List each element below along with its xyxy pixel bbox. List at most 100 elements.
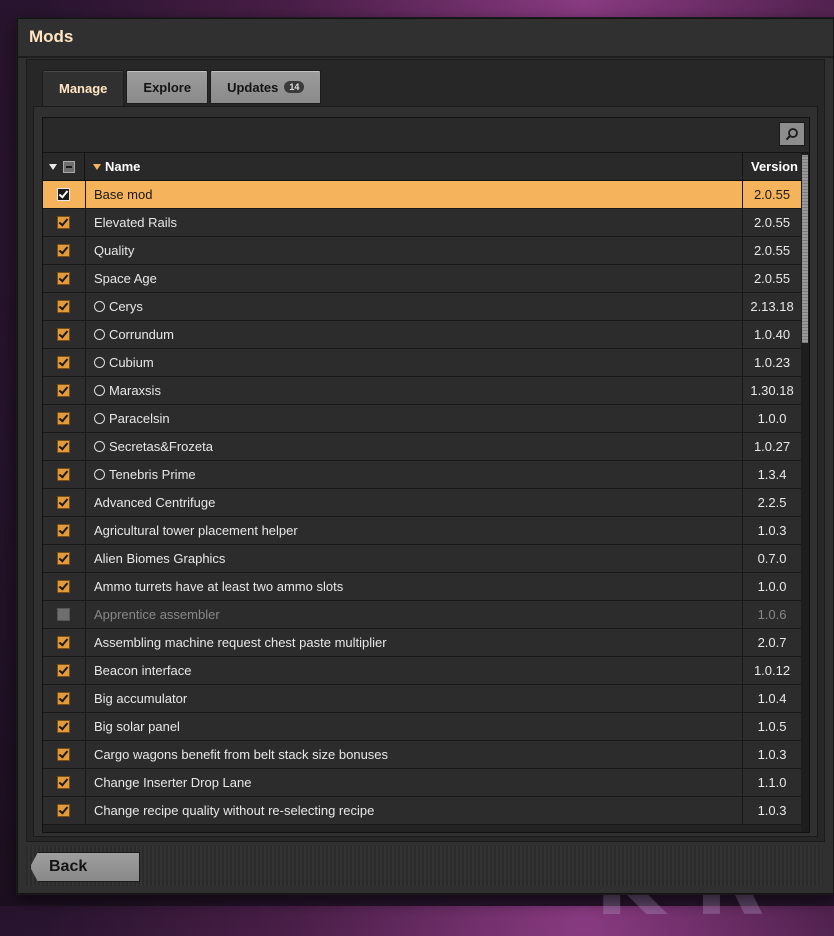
checkbox-icon[interactable] bbox=[57, 692, 71, 705]
row-name-cell: Tenebris Prime bbox=[86, 461, 744, 488]
checkbox-icon[interactable] bbox=[57, 720, 71, 733]
table-row[interactable]: Advanced Centrifuge 2.2.5 bbox=[43, 489, 801, 517]
row-checkbox-cell bbox=[43, 209, 86, 236]
mod-version: 1.0.3 bbox=[757, 803, 787, 818]
table-row[interactable]: Secretas&Frozeta 1.0.27 bbox=[43, 433, 801, 461]
scrollbar[interactable] bbox=[801, 153, 809, 832]
checkbox-icon[interactable] bbox=[57, 412, 71, 425]
checkbox-icon[interactable] bbox=[57, 244, 71, 257]
table-row[interactable]: Elevated Rails 2.0.55 bbox=[43, 209, 801, 237]
table-row[interactable]: Ammo turrets have at least two ammo slot… bbox=[43, 573, 801, 601]
row-checkbox-cell bbox=[43, 713, 86, 740]
footer-bar bbox=[26, 846, 823, 886]
table-row[interactable]: Big solar panel 1.0.5 bbox=[43, 713, 801, 741]
header-name-column[interactable]: Name bbox=[85, 153, 743, 180]
table-row[interactable]: Agricultural tower placement helper 1.0.3 bbox=[43, 517, 801, 545]
header-version-column[interactable]: Version bbox=[743, 153, 801, 180]
checkbox-icon[interactable] bbox=[57, 748, 71, 761]
table-row[interactable]: Quality 2.0.55 bbox=[43, 237, 801, 265]
mod-name: Corrundum bbox=[108, 327, 174, 342]
search-bar bbox=[43, 118, 809, 153]
table-row[interactable]: Change recipe quality without re-selecti… bbox=[43, 797, 801, 825]
table-row[interactable]: Space Age 2.0.55 bbox=[43, 265, 801, 293]
checkbox-icon[interactable] bbox=[57, 216, 71, 229]
row-checkbox-cell bbox=[43, 741, 86, 768]
back-button[interactable]: Back bbox=[30, 852, 140, 882]
table-row[interactable]: Apprentice assembler 1.0.6 bbox=[43, 601, 801, 629]
mod-list: Base mod 2.0.55 Elevated Rails 2.0.55 Qualit… bbox=[43, 181, 801, 825]
row-checkbox-cell bbox=[43, 797, 86, 824]
mod-name: Elevated Rails bbox=[93, 215, 178, 230]
checkbox-icon[interactable] bbox=[57, 356, 71, 369]
checkbox-icon[interactable] bbox=[57, 440, 71, 453]
mod-name: Quality bbox=[93, 243, 135, 258]
table-row[interactable]: Beacon interface 1.0.12 bbox=[43, 657, 801, 685]
window-title: Mods bbox=[29, 27, 74, 46]
checkbox-icon[interactable] bbox=[57, 776, 71, 789]
mod-version: 2.13.18 bbox=[750, 299, 794, 314]
table-row[interactable]: Cerys 2.13.18 bbox=[43, 293, 801, 321]
tab-label: Manage bbox=[59, 81, 108, 96]
row-name-cell: Big solar panel bbox=[86, 713, 744, 740]
checkbox-icon[interactable] bbox=[57, 468, 71, 481]
table-row[interactable]: Paracelsin 1.0.0 bbox=[43, 405, 801, 433]
mod-version: 1.0.0 bbox=[757, 411, 787, 426]
mod-version: 1.0.23 bbox=[753, 355, 791, 370]
checkbox-icon[interactable] bbox=[57, 580, 71, 593]
mod-name: Base mod bbox=[93, 187, 153, 202]
table-row[interactable]: Cubium 1.0.23 bbox=[43, 349, 801, 377]
checkbox-icon[interactable] bbox=[57, 188, 71, 201]
table-row[interactable]: Base mod 2.0.55 bbox=[43, 181, 801, 209]
select-all-checkbox-icon[interactable] bbox=[63, 160, 75, 173]
row-checkbox-cell bbox=[43, 461, 86, 488]
table-row[interactable]: Assembling machine request chest paste m… bbox=[43, 629, 801, 657]
tab-updates[interactable]: Updates 14 bbox=[210, 70, 322, 104]
mod-name: Beacon interface bbox=[93, 663, 192, 678]
checkbox-icon[interactable] bbox=[57, 328, 71, 341]
tab-manage[interactable]: Manage bbox=[42, 70, 125, 106]
row-checkbox-cell bbox=[43, 573, 86, 600]
table-row[interactable]: Maraxsis 1.30.18 bbox=[43, 377, 801, 405]
checkbox-icon[interactable] bbox=[57, 300, 71, 313]
mod-version: 1.1.0 bbox=[757, 775, 787, 790]
checkbox-icon[interactable] bbox=[57, 664, 71, 677]
row-checkbox-cell bbox=[43, 433, 86, 460]
table-row[interactable]: Tenebris Prime 1.3.4 bbox=[43, 461, 801, 489]
tab-explore[interactable]: Explore bbox=[126, 70, 209, 104]
row-name-cell: Beacon interface bbox=[86, 657, 744, 684]
mod-name: Maraxsis bbox=[108, 383, 161, 398]
checkbox-icon[interactable] bbox=[57, 552, 71, 565]
search-button[interactable] bbox=[779, 122, 805, 146]
row-name-cell: Secretas&Frozeta bbox=[86, 433, 744, 460]
header-checkbox-column[interactable] bbox=[43, 153, 85, 180]
mod-version: 2.2.5 bbox=[757, 495, 787, 510]
row-checkbox-cell bbox=[43, 657, 86, 684]
row-checkbox-cell bbox=[43, 377, 86, 404]
checkbox-icon[interactable] bbox=[57, 608, 71, 621]
mods-panel: Manage Explore Updates 14 Name Version B… bbox=[26, 59, 825, 842]
checkbox-icon[interactable] bbox=[57, 804, 71, 817]
mod-version: 1.0.3 bbox=[757, 747, 787, 762]
checkbox-icon[interactable] bbox=[57, 384, 71, 397]
table-row[interactable]: Corrundum 1.0.40 bbox=[43, 321, 801, 349]
table-row[interactable]: Alien Biomes Graphics 0.7.0 bbox=[43, 545, 801, 573]
table-row[interactable]: Cargo wagons benefit from belt stack siz… bbox=[43, 741, 801, 769]
mod-version: 1.0.40 bbox=[753, 327, 791, 342]
checkbox-icon[interactable] bbox=[57, 272, 71, 285]
back-button-label: Back bbox=[49, 858, 88, 875]
mod-version: 2.0.55 bbox=[753, 215, 791, 230]
checkbox-icon[interactable] bbox=[57, 636, 71, 649]
row-checkbox-cell bbox=[43, 405, 86, 432]
checkbox-icon[interactable] bbox=[57, 496, 71, 509]
scrollbar-thumb[interactable] bbox=[802, 155, 808, 343]
checkbox-icon[interactable] bbox=[57, 524, 71, 537]
row-checkbox-cell bbox=[43, 321, 86, 348]
mod-version: 2.0.55 bbox=[753, 243, 791, 258]
table-row[interactable]: Big accumulator 1.0.4 bbox=[43, 685, 801, 713]
mod-name: Cargo wagons benefit from belt stack siz… bbox=[93, 747, 389, 762]
mod-name: Paracelsin bbox=[108, 411, 170, 426]
mod-version: 2.0.55 bbox=[753, 187, 791, 202]
row-name-cell: Maraxsis bbox=[86, 377, 744, 404]
table-row[interactable]: Change Inserter Drop Lane 1.1.0 bbox=[43, 769, 801, 797]
mod-version: 1.0.5 bbox=[757, 719, 787, 734]
